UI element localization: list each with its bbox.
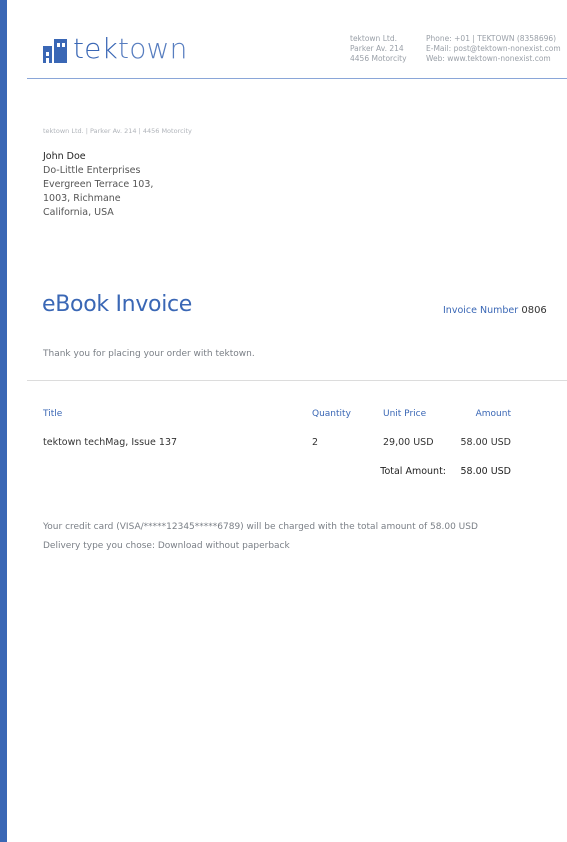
header-address: tektown Ltd. Parker Av. 214 4456 Motorci… [350, 34, 407, 63]
invoice-number-label: Invoice Number [443, 305, 519, 316]
table-row-title: tektown techMag, Issue 137 [43, 437, 178, 448]
recipient-address: John Doe Do-Little Enterprises Evergreen… [43, 151, 154, 218]
column-header-amount: Amount [475, 409, 511, 419]
recipient-name: John Doe [43, 151, 86, 162]
invoice-number-value: 0806 [521, 305, 547, 316]
blue-sidebar-stripe [0, 0, 7, 842]
table-row-unit-price: 29,00 USD [383, 437, 434, 448]
table-divider [27, 380, 567, 381]
building-icon [43, 39, 67, 63]
total-amount-value: 58.00 USD [460, 466, 511, 477]
return-address: tektown Ltd. | Parker Av. 214 | 4456 Mot… [43, 127, 192, 135]
invoice-title: eBook Invoice [42, 292, 193, 317]
table-row-quantity: 2 [312, 437, 319, 448]
table-row-amount: 58.00 USD [460, 437, 511, 448]
column-header-title: Title [43, 409, 63, 419]
thank-you-message: Thank you for placing your order with te… [43, 349, 255, 359]
payment-note: Your credit card (VISA/*****12345*****67… [43, 522, 478, 532]
delivery-note: Delivery type you chose: Download withou… [43, 541, 290, 551]
header-contact: Phone: +01 | TEKTOWN (8358696) E-Mail: p… [426, 34, 561, 63]
total-amount-label: Total Amount: [380, 466, 446, 477]
column-header-unit-price: Unit Price [383, 409, 427, 419]
header-divider [27, 78, 567, 79]
company-logo: tektown [43, 33, 188, 63]
brand-name: tektown [73, 32, 188, 65]
invoice-number: Invoice Number 0806 [443, 305, 547, 316]
column-header-quantity: Quantity [312, 409, 351, 419]
